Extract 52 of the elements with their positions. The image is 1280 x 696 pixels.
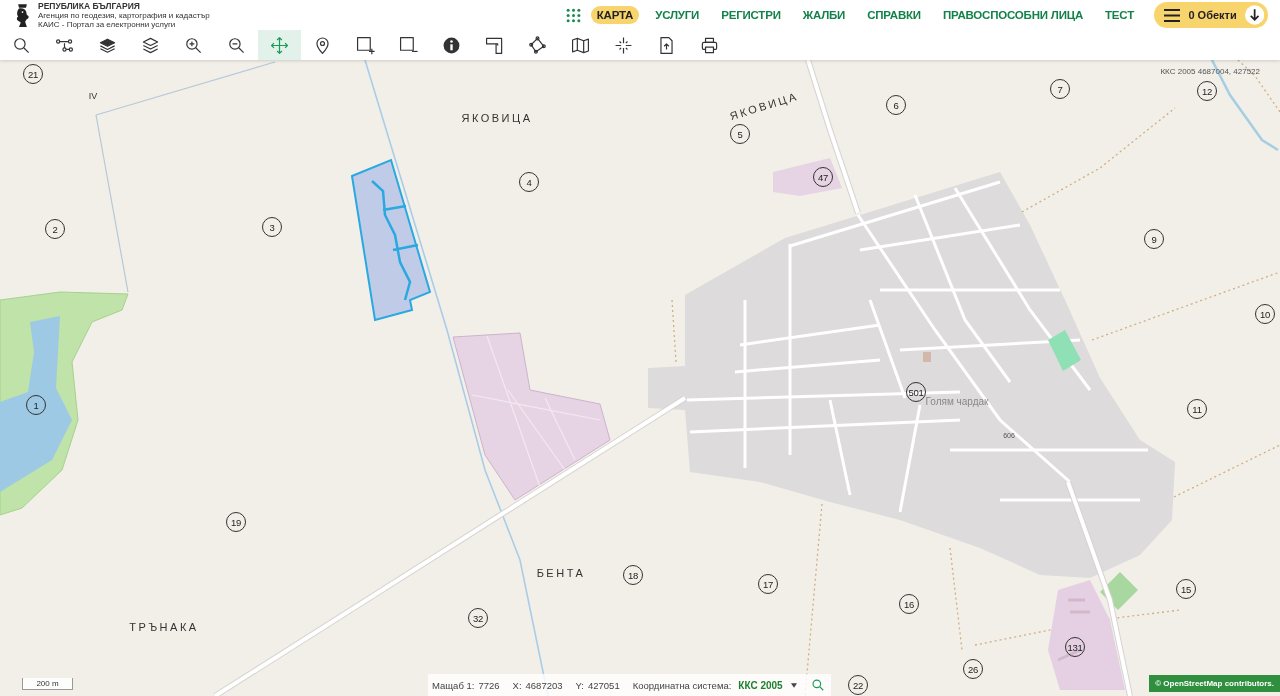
building bbox=[923, 352, 931, 362]
nav-link[interactable]: ТЕСТ bbox=[1099, 6, 1140, 24]
square-plus-icon bbox=[356, 35, 375, 55]
search-icon bbox=[810, 678, 825, 692]
nav-link[interactable]: СПРАВКИ bbox=[861, 6, 927, 24]
menu-icon bbox=[1164, 8, 1181, 22]
park-area bbox=[1100, 572, 1138, 610]
scale-bar: 200 m bbox=[22, 678, 73, 690]
farmland-area bbox=[773, 158, 842, 196]
search-button[interactable] bbox=[810, 678, 825, 692]
locality-name: ТРЪНАКА bbox=[129, 621, 199, 633]
agency-name: Агенция по геодезия, картография и кадастър bbox=[38, 10, 210, 20]
apps-grid-icon[interactable] bbox=[565, 7, 581, 23]
crs-dropdown[interactable]: ККС 2005 bbox=[738, 679, 797, 691]
portal-name: КАИС - Портал за електронни услуги bbox=[38, 19, 176, 29]
polygon-nodes-icon bbox=[528, 35, 547, 55]
printer-icon bbox=[700, 35, 719, 55]
y-value: 427051 bbox=[588, 679, 620, 691]
angle-shape-icon bbox=[485, 35, 504, 55]
document-upload-icon bbox=[657, 35, 676, 55]
dirt-track bbox=[671, 299, 677, 363]
x-value: 4687203 bbox=[525, 679, 563, 691]
nav-link[interactable]: ПРАВОСПОСОБНИ ЛИЦА bbox=[936, 6, 1090, 24]
nav-link[interactable]: УСЛУГИ bbox=[649, 6, 706, 24]
crs-label: Координатна система: bbox=[632, 679, 732, 691]
info-icon bbox=[442, 35, 461, 55]
nav-link[interactable]: КАРТА bbox=[590, 6, 640, 24]
folded-map-icon bbox=[571, 35, 590, 55]
x-label: X: bbox=[512, 679, 522, 691]
coordinates-readout: ККС 2005 4687004, 427522 bbox=[1160, 67, 1260, 76]
search-icon bbox=[12, 35, 31, 55]
locality-name: ЯКОВИЦА bbox=[461, 112, 533, 124]
park-area bbox=[1048, 330, 1081, 371]
zoom-out-icon bbox=[227, 35, 246, 55]
square-minus-icon bbox=[399, 35, 418, 55]
nav-link[interactable]: РЕГИСТРИ bbox=[715, 6, 787, 24]
split-cross-icon bbox=[614, 35, 633, 55]
scale-label: Мащаб 1: bbox=[432, 679, 475, 691]
objects-button[interactable]: 0 Обекти bbox=[1154, 2, 1268, 28]
move-arrows-icon bbox=[270, 35, 289, 55]
country-name: РЕПУБЛИКА БЪЛГАРИЯ bbox=[38, 1, 141, 11]
y-label: Y: bbox=[575, 679, 584, 691]
sector-label: IV bbox=[88, 91, 98, 101]
map-pin-icon bbox=[313, 35, 332, 55]
locality-name: БЕНТА bbox=[536, 567, 586, 579]
scale-value: 7726 bbox=[478, 679, 500, 691]
map-attribution: © OpenStreetMap contributors. bbox=[1149, 675, 1280, 692]
zoom-in-icon bbox=[184, 35, 203, 55]
layers-outline-icon bbox=[141, 35, 160, 55]
village-name: Голям чардак bbox=[925, 395, 989, 407]
caret-icon bbox=[790, 682, 797, 688]
nav-link[interactable]: ЖАЛБИ bbox=[796, 6, 852, 24]
